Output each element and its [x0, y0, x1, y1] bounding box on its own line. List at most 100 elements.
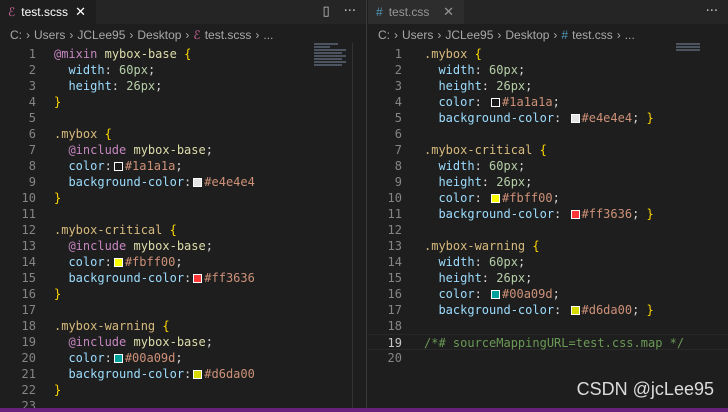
- code-line[interactable]: 10}: [0, 190, 366, 206]
- code-line[interactable]: 17: [0, 302, 366, 318]
- code-line[interactable]: 6: [368, 126, 728, 142]
- code-line[interactable]: 19 @include mybox-base;: [0, 334, 366, 350]
- code-line[interactable]: 14 width: 60px;: [368, 254, 728, 270]
- scrollbar[interactable]: [352, 43, 366, 408]
- breadcrumb-item[interactable]: JCLee95: [445, 28, 493, 42]
- code-line[interactable]: 19 /*# sourceMappingURL=test.css.map */: [368, 334, 728, 350]
- code-line[interactable]: 18 .mybox-warning {: [0, 318, 366, 334]
- code-area[interactable]: 1 .mybox {2 width: 60px; 3 height: 26px; 4 …: [368, 46, 728, 366]
- breadcrumb-item[interactable]: Desktop: [137, 28, 181, 42]
- token: :: [554, 207, 569, 221]
- color-swatch[interactable]: [113, 258, 123, 267]
- code-line[interactable]: 21 background-color: #d6da00: [0, 366, 366, 382]
- code-line[interactable]: 4 color: #1a1a1a;: [368, 94, 728, 110]
- color-swatch[interactable]: [570, 210, 580, 219]
- code-line[interactable]: 8 color: #1a1a1a;: [0, 158, 366, 174]
- breadcrumb-item[interactable]: C:: [10, 28, 22, 42]
- code-line[interactable]: 9 background-color: #e4e4e4: [0, 174, 366, 190]
- chevron-right-icon: ›: [553, 28, 558, 42]
- code-line[interactable]: 2 width: 60px;: [368, 62, 728, 78]
- code-line[interactable]: 5: [0, 110, 366, 126]
- close-icon[interactable]: ✕: [443, 4, 454, 20]
- breadcrumb-item[interactable]: test.css: [572, 28, 613, 42]
- breadcrumb-item[interactable]: test.scss: [205, 28, 252, 42]
- breadcrumb-item[interactable]: Users: [34, 28, 65, 42]
- color-swatch[interactable]: [193, 370, 203, 379]
- token: 26px: [496, 271, 526, 285]
- token: #e4e4e4: [581, 111, 633, 125]
- color-swatch[interactable]: [570, 114, 580, 123]
- code-line[interactable]: 23: [0, 398, 366, 408]
- code-line[interactable]: 22}: [0, 382, 366, 398]
- minimap[interactable]: [676, 42, 716, 92]
- code-line[interactable]: 13 @include mybox-base;: [0, 238, 366, 254]
- breadcrumb-item[interactable]: ...: [263, 28, 273, 42]
- tab-test-css[interactable]: # test.css ✕: [368, 0, 464, 24]
- token: ;: [205, 143, 213, 157]
- token: width: [54, 63, 105, 77]
- code-line[interactable]: 11 background-color: #ff3636; }: [368, 206, 728, 222]
- minimap[interactable]: [314, 42, 354, 92]
- code-line[interactable]: 13 .mybox-warning {: [368, 238, 728, 254]
- color-swatch[interactable]: [113, 162, 123, 171]
- line-text: background-color: #e4e4e4; }: [424, 110, 653, 126]
- token: color: [424, 191, 475, 205]
- line-number: 7: [394, 143, 402, 157]
- code-line[interactable]: 11: [0, 206, 366, 222]
- code-line[interactable]: 8 width: 60px;: [368, 158, 728, 174]
- code-line[interactable]: 1 .mybox {: [368, 46, 728, 62]
- token: :: [481, 175, 497, 189]
- breadcrumb-item[interactable]: JCLee95: [77, 28, 125, 42]
- token: :: [474, 287, 490, 301]
- code-line[interactable]: 20: [368, 350, 728, 366]
- code-line[interactable]: 15 background-color: #ff3636: [0, 270, 366, 286]
- color-swatch[interactable]: [193, 274, 203, 283]
- code-line[interactable]: 7 @include mybox-base;: [0, 142, 366, 158]
- breadcrumb-item[interactable]: Desktop: [505, 28, 549, 42]
- tab-test-scss[interactable]: ℰ test.scss ✕: [0, 0, 96, 24]
- breadcrumb-item[interactable]: C:: [378, 28, 390, 42]
- color-swatch[interactable]: [491, 194, 501, 203]
- line-text: @include mybox-base;: [54, 334, 213, 350]
- color-swatch[interactable]: [491, 98, 501, 107]
- token: width: [424, 159, 475, 173]
- code-line[interactable]: 14 color: #fbff00;: [0, 254, 366, 270]
- code-line[interactable]: 4}: [0, 94, 366, 110]
- code-line[interactable]: 5 background-color: #e4e4e4; }: [368, 110, 728, 126]
- code-line[interactable]: 18: [368, 318, 728, 334]
- code-line[interactable]: 12 .mybox-critical {: [0, 222, 366, 238]
- code-line[interactable]: 3 height: 26px;: [368, 78, 728, 94]
- code-line[interactable]: 6 .mybox {: [0, 126, 366, 142]
- line-text: background-color: #d6da00; }: [424, 302, 653, 318]
- code-line[interactable]: 7 .mybox-critical {: [368, 142, 728, 158]
- code-line[interactable]: 9 height: 26px;: [368, 174, 728, 190]
- breadcrumb-item[interactable]: ...: [625, 28, 635, 42]
- color-swatch[interactable]: [113, 354, 123, 363]
- more-actions-icon[interactable]: ···: [706, 4, 718, 19]
- code-area[interactable]: 1 @mixin mybox-base {2 width: 60px; 3 heig…: [0, 46, 366, 408]
- code-line[interactable]: 1 @mixin mybox-base {: [0, 46, 366, 62]
- color-swatch[interactable]: [491, 290, 501, 299]
- code-line[interactable]: 17 background-color: #d6da00; }: [368, 302, 728, 318]
- code-line[interactable]: 12: [368, 222, 728, 238]
- hash-icon: #: [376, 5, 383, 19]
- line-number: 11: [21, 207, 36, 221]
- chevron-right-icon: ›: [129, 28, 134, 42]
- color-swatch[interactable]: [570, 306, 580, 315]
- code-line[interactable]: 3 height: 26px;: [0, 78, 366, 94]
- close-icon[interactable]: ✕: [75, 4, 86, 20]
- code-line[interactable]: 20 color: #00a09d;: [0, 350, 366, 366]
- line-text: height: 26px;: [54, 78, 162, 94]
- code-line[interactable]: 2 width: 60px;: [0, 62, 366, 78]
- split-editor-icon[interactable]: ▯: [322, 4, 329, 19]
- code-line[interactable]: 10 color: #fbff00;: [368, 190, 728, 206]
- code-line[interactable]: 15 height: 26px;: [368, 270, 728, 286]
- token: ;: [525, 271, 533, 285]
- color-swatch[interactable]: [193, 178, 203, 187]
- code-line[interactable]: 16}: [0, 286, 366, 302]
- breadcrumb-item[interactable]: Users: [402, 28, 433, 42]
- more-actions-icon[interactable]: ···: [344, 4, 356, 19]
- token: ;: [517, 159, 526, 173]
- code-line[interactable]: 16 color: #00a09d;: [368, 286, 728, 302]
